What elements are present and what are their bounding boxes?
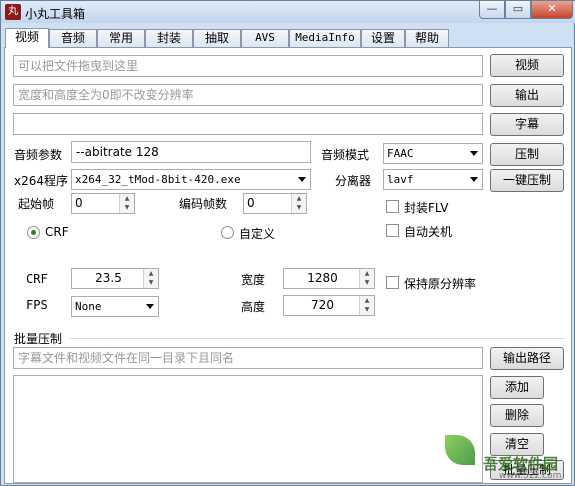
output-button[interactable]: 输出 bbox=[490, 84, 564, 107]
compress-button[interactable]: 压制 bbox=[490, 143, 564, 166]
chevron-down-icon bbox=[298, 177, 306, 182]
maximize-button[interactable]: ▭ bbox=[505, 1, 531, 19]
custom-radio-label: 自定义 bbox=[239, 227, 276, 241]
fps-label: FPS bbox=[26, 298, 48, 312]
main-window: 丸 小丸工具箱 — ▭ ✕ 视频 音频 常用 封装 抽取 AVS MediaIn… bbox=[0, 0, 575, 486]
crf-spinner[interactable]: 23.5 ▲ ▼ bbox=[71, 268, 159, 289]
output-path-button[interactable]: 输出路径 bbox=[490, 347, 564, 370]
minimize-button[interactable]: — bbox=[479, 1, 505, 19]
spinner-buttons[interactable]: ▲ ▼ bbox=[359, 296, 374, 315]
encode-frames-label: 编码帧数 bbox=[179, 197, 228, 211]
subtitle-input[interactable] bbox=[13, 113, 483, 135]
crf-label: CRF bbox=[26, 272, 48, 286]
batch-hint-input[interactable]: 字幕文件和视频文件在同一目录下且同名 bbox=[13, 347, 483, 369]
arrow-up-icon: ▲ bbox=[148, 270, 154, 277]
audio-mode-value: FAAC bbox=[387, 147, 414, 160]
splitter-select[interactable]: lavf bbox=[383, 169, 483, 190]
video-file-input[interactable]: 可以把文件拖曳到这里 bbox=[13, 55, 483, 77]
x264-label: x264程序 bbox=[14, 174, 69, 188]
height-label: 高度 bbox=[241, 300, 266, 314]
start-frame-label: 起始帧 bbox=[18, 197, 55, 211]
tab-video[interactable]: 视频 bbox=[5, 28, 49, 48]
keep-resolution-label: 保持原分辨率 bbox=[404, 277, 477, 291]
audio-params-label: 音频参数 bbox=[14, 148, 63, 162]
tab-common[interactable]: 常用 bbox=[97, 29, 145, 47]
auto-shutdown-label: 自动关机 bbox=[404, 225, 453, 239]
fps-value: None bbox=[75, 300, 102, 313]
crf-radio[interactable] bbox=[27, 226, 40, 239]
height-value: 720 bbox=[311, 298, 334, 312]
tab-mux[interactable]: 封装 bbox=[145, 29, 193, 47]
window-title: 小丸工具箱 bbox=[25, 7, 86, 21]
close-button[interactable]: ✕ bbox=[531, 1, 573, 19]
one-click-compress-button[interactable]: 一键压制 bbox=[490, 169, 564, 192]
leaf-icon bbox=[445, 435, 475, 465]
spinner-buttons[interactable]: ▲ ▼ bbox=[359, 269, 374, 288]
spinner-buttons[interactable]: ▲ ▼ bbox=[143, 269, 158, 288]
watermark-url: www.52z.com bbox=[499, 471, 562, 481]
audio-params-input[interactable]: --abitrate 128 bbox=[71, 141, 311, 163]
chevron-down-icon bbox=[470, 177, 478, 182]
spinner-buttons[interactable]: ▲ ▼ bbox=[119, 194, 134, 213]
splitter-label: 分离器 bbox=[335, 174, 372, 188]
fps-select[interactable]: None bbox=[71, 296, 159, 317]
encode-frames-value: 0 bbox=[247, 196, 255, 210]
tab-mediainfo[interactable]: MediaInfo bbox=[289, 29, 361, 47]
tab-extract[interactable]: 抽取 bbox=[193, 29, 241, 47]
section-divider bbox=[69, 338, 565, 339]
watermark-logo: 吾爱软件园 www.52z.com bbox=[439, 433, 571, 483]
width-value: 1280 bbox=[307, 271, 338, 285]
crf-value: 23.5 bbox=[95, 271, 122, 285]
x264-program-value: x264_32_tMod-8bit-420.exe bbox=[75, 173, 241, 186]
tab-audio[interactable]: 音频 bbox=[49, 29, 97, 47]
tab-settings[interactable]: 设置 bbox=[361, 29, 405, 47]
arrow-up-icon: ▲ bbox=[364, 270, 370, 277]
start-frame-value: 0 bbox=[75, 196, 83, 210]
video-tab-panel: 可以把文件拖曳到这里 视频 宽度和高度全为0即不改变分辨率 输出 字幕 音频参数… bbox=[4, 47, 572, 484]
batch-file-list[interactable] bbox=[13, 375, 483, 483]
encode-frames-spinner[interactable]: 0 ▲ ▼ bbox=[243, 193, 307, 214]
crf-radio-label: CRF bbox=[45, 225, 69, 239]
arrow-down-icon: ▼ bbox=[124, 204, 130, 211]
auto-shutdown-checkbox[interactable] bbox=[386, 224, 399, 237]
arrow-down-icon: ▼ bbox=[364, 279, 370, 286]
audio-mode-select[interactable]: FAAC bbox=[383, 143, 483, 164]
title-bar[interactable]: 丸 小丸工具箱 — ▭ ✕ bbox=[1, 1, 575, 23]
app-icon: 丸 bbox=[5, 4, 21, 20]
video-button[interactable]: 视频 bbox=[490, 54, 564, 77]
custom-radio[interactable] bbox=[221, 226, 234, 239]
chevron-down-icon bbox=[146, 304, 154, 309]
mux-flv-label: 封装FLV bbox=[404, 201, 449, 215]
width-label: 宽度 bbox=[241, 273, 266, 287]
add-button[interactable]: 添加 bbox=[490, 376, 544, 399]
x264-program-select[interactable]: x264_32_tMod-8bit-420.exe bbox=[71, 169, 311, 190]
batch-section-title: 批量压制 bbox=[14, 332, 63, 346]
height-spinner[interactable]: 720 ▲ ▼ bbox=[283, 295, 375, 316]
subtitle-button[interactable]: 字幕 bbox=[490, 113, 564, 136]
width-spinner[interactable]: 1280 ▲ ▼ bbox=[283, 268, 375, 289]
output-resolution-input[interactable]: 宽度和高度全为0即不改变分辨率 bbox=[13, 84, 483, 106]
arrow-down-icon: ▼ bbox=[364, 306, 370, 313]
tab-avs[interactable]: AVS bbox=[241, 29, 289, 47]
start-frame-spinner[interactable]: 0 ▲ ▼ bbox=[71, 193, 135, 214]
keep-resolution-checkbox[interactable] bbox=[386, 276, 399, 289]
arrow-up-icon: ▲ bbox=[364, 297, 370, 304]
arrow-down-icon: ▼ bbox=[148, 279, 154, 286]
tab-help[interactable]: 帮助 bbox=[405, 29, 449, 47]
arrow-up-icon: ▲ bbox=[124, 195, 130, 202]
spinner-buttons[interactable]: ▲ ▼ bbox=[291, 194, 306, 213]
arrow-up-icon: ▲ bbox=[296, 195, 302, 202]
splitter-value: lavf bbox=[387, 173, 414, 186]
arrow-down-icon: ▼ bbox=[296, 204, 302, 211]
mux-flv-checkbox[interactable] bbox=[386, 200, 399, 213]
chevron-down-icon bbox=[470, 151, 478, 156]
delete-button[interactable]: 删除 bbox=[490, 404, 544, 427]
audio-mode-label: 音频模式 bbox=[321, 148, 370, 162]
